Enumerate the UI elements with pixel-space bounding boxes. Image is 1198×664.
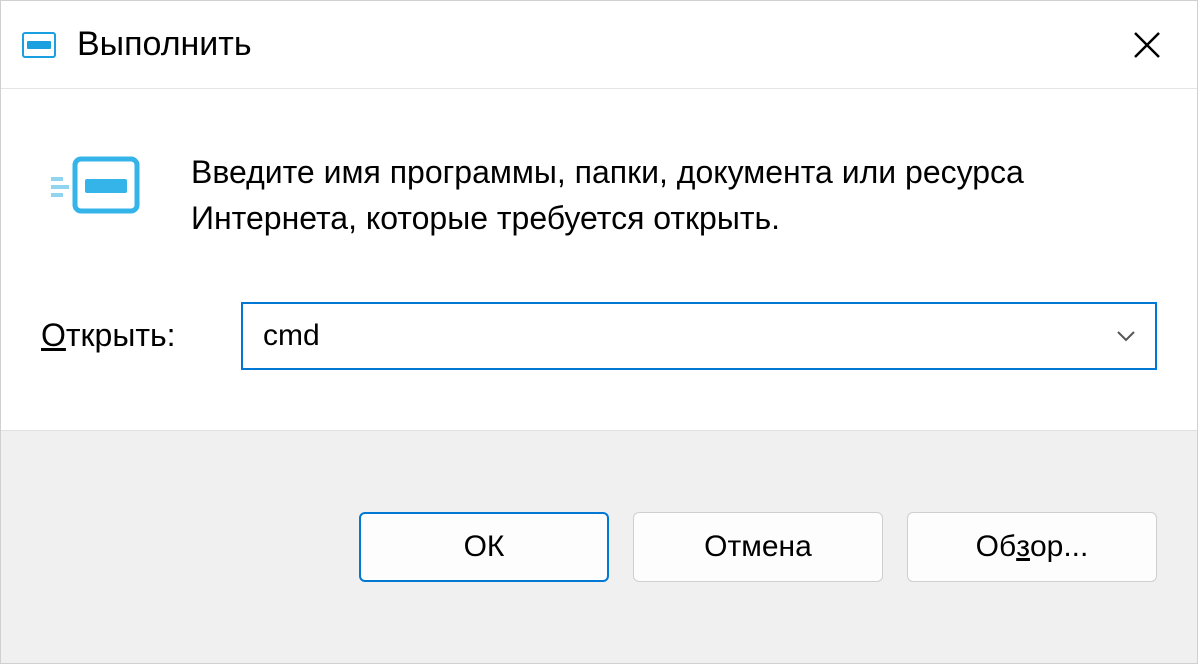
window-title: Выполнить <box>77 25 1117 64</box>
close-icon <box>1131 29 1163 61</box>
run-dialog-window: Выполнить Введите имя программы, папки, … <box>0 0 1198 664</box>
ok-button[interactable]: ОК <box>359 512 609 582</box>
run-large-icon <box>51 155 141 215</box>
cancel-button[interactable]: Отмена <box>633 512 883 582</box>
titlebar: Выполнить <box>1 1 1197 89</box>
dialog-footer: ОК Отмена Обзор... <box>1 430 1197 663</box>
open-input[interactable] <box>241 302 1157 370</box>
open-input-row: Открыть: <box>41 302 1157 370</box>
description-text: Введите имя программы, папки, документа … <box>191 149 1157 242</box>
info-row: Введите имя программы, папки, документа … <box>41 149 1157 242</box>
browse-button[interactable]: Обзор... <box>907 512 1157 582</box>
close-button[interactable] <box>1117 15 1177 75</box>
dialog-content: Введите имя программы, папки, документа … <box>1 89 1197 430</box>
run-app-icon <box>21 27 57 63</box>
open-label: Открыть: <box>41 317 201 354</box>
open-combobox[interactable] <box>241 302 1157 370</box>
